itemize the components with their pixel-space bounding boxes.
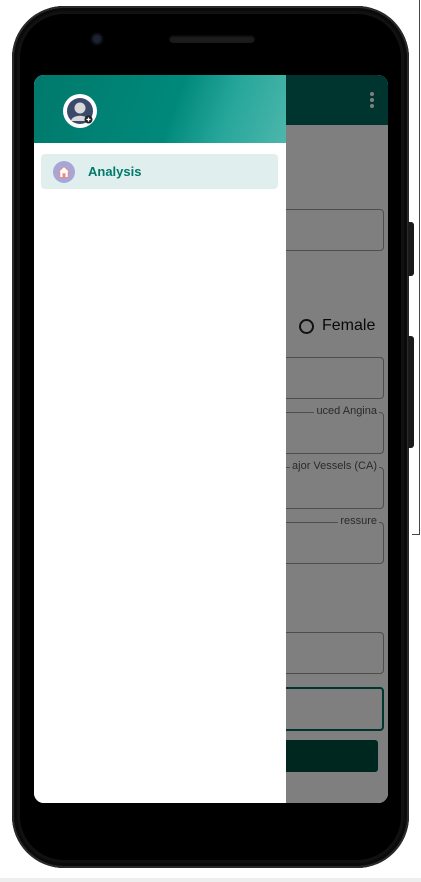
account-circle-icon[interactable] [63, 94, 97, 128]
page-edge-line [419, 0, 420, 535]
drawer-header [34, 75, 286, 143]
earpiece-speaker [169, 35, 255, 43]
device-screen: Female uced Angina ajor Vessels (CA) res… [34, 75, 388, 803]
drawer-item-label: Analysis [88, 164, 142, 179]
front-camera [91, 33, 103, 45]
drawer-item-analysis[interactable]: Analysis [41, 154, 278, 189]
page-bottom-strip [0, 878, 421, 882]
navigation-drawer: Analysis [34, 75, 286, 803]
power-button [408, 222, 414, 276]
volume-button [408, 336, 414, 448]
home-icon [53, 160, 75, 183]
page-edge-tick [412, 534, 420, 535]
